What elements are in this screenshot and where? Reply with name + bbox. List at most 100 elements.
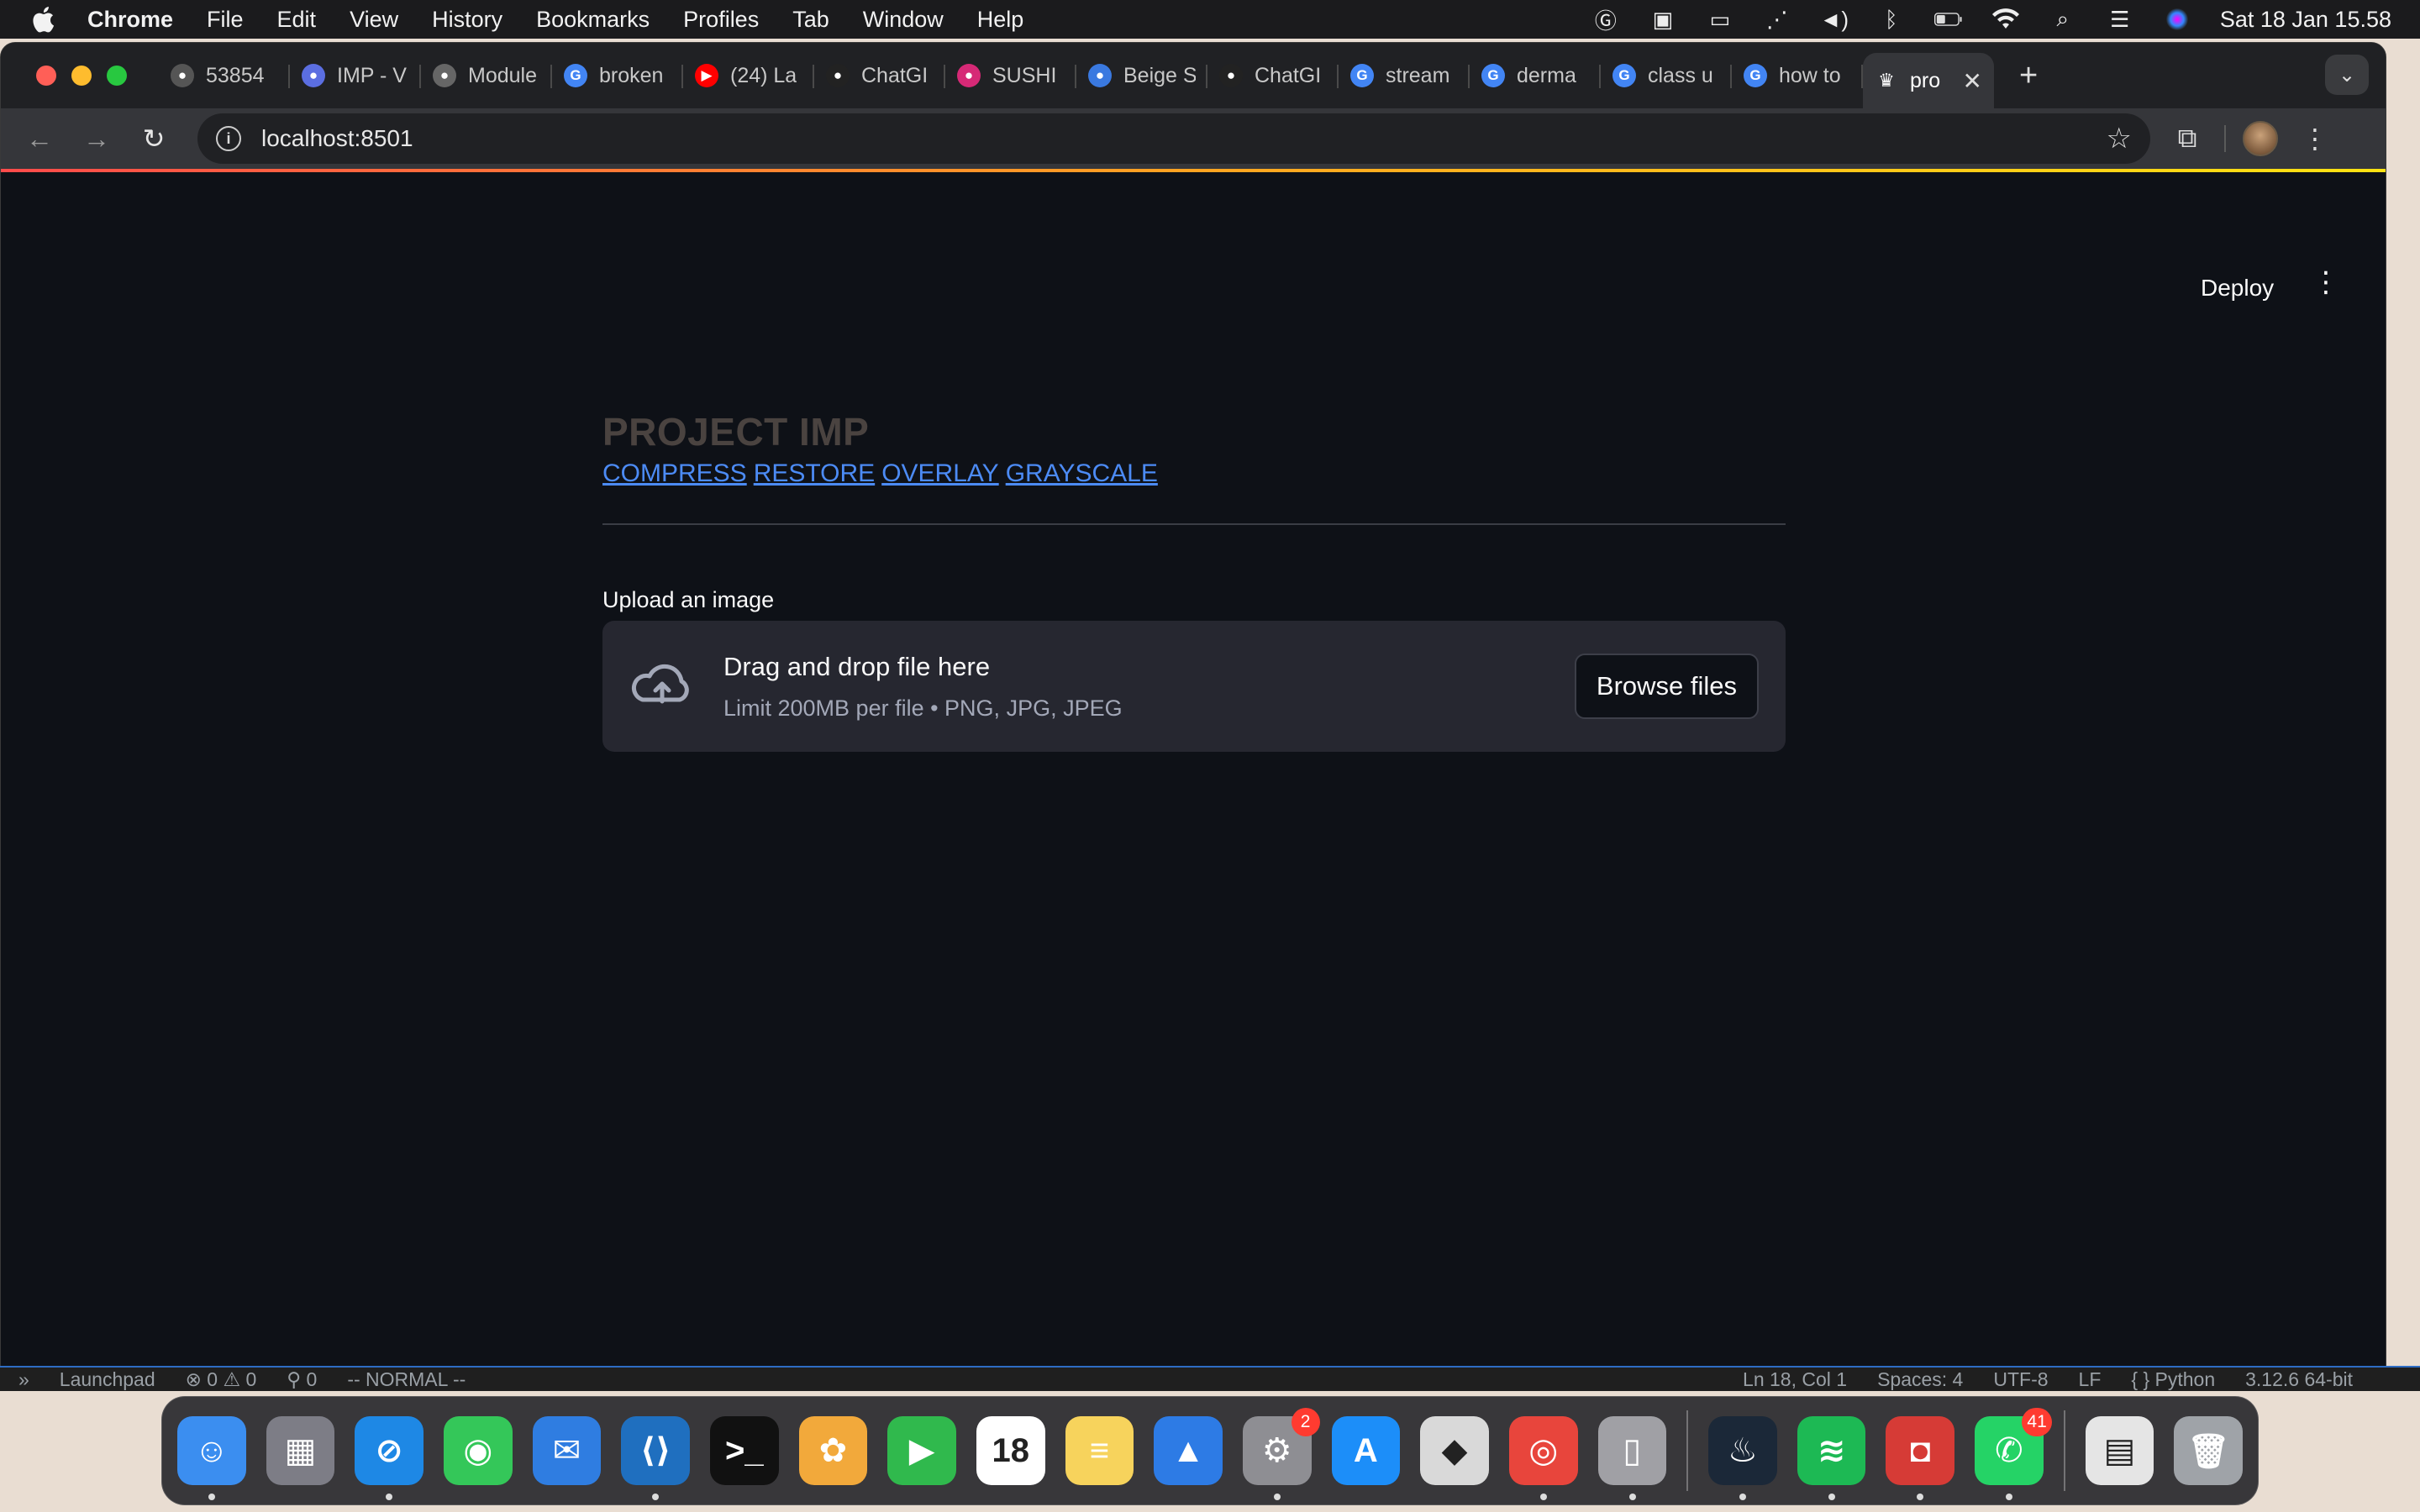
dock-glyph: >_ [724, 1431, 764, 1469]
tab-search-button[interactable]: ⌄ [2325, 55, 2369, 95]
tab[interactable]: ● ChatGI [1207, 51, 1339, 100]
dock-keynote-icon[interactable]: ▲ [1154, 1416, 1223, 1485]
status-interpreter[interactable]: 3.12.6 64-bit [2245, 1368, 2353, 1391]
dock-calendar-icon[interactable]: 18 [976, 1416, 1045, 1485]
menu-view[interactable]: View [350, 7, 398, 33]
status-problems[interactable]: ⊗ 0 ⚠ 0 [186, 1368, 257, 1391]
status-indentation[interactable]: Spaces: 4 [1877, 1368, 1963, 1391]
tab[interactable]: ● ChatGI [814, 51, 945, 100]
grammarly-icon[interactable]: Ⓖ [1591, 7, 1620, 34]
new-tab-button[interactable]: + [2019, 58, 2053, 94]
tab[interactable]: ● Beige S [1076, 51, 1207, 100]
dock-glyph: ⟨⟩ [639, 1432, 671, 1469]
dock-spotify-icon[interactable]: ≋ [1797, 1416, 1866, 1500]
status-launchpad[interactable]: Launchpad [60, 1368, 155, 1391]
status-eol[interactable]: LF [2079, 1368, 2102, 1391]
dock-chrome-icon[interactable]: ◎ [1508, 1416, 1578, 1500]
volume-icon[interactable]: ◄) [1820, 7, 1849, 32]
dock-photos-icon[interactable]: ✿ [798, 1416, 868, 1485]
tab[interactable]: Ghow to [1732, 51, 1863, 100]
tab[interactable]: Gbroken [552, 51, 683, 100]
tab[interactable]: ● SUSHI [945, 51, 1076, 100]
remote-indicator-icon[interactable]: » [18, 1368, 29, 1391]
tab[interactable]: ● 53854 [159, 51, 290, 100]
menu-history[interactable]: History [432, 7, 502, 33]
browse-files-button[interactable]: Browse files [1574, 654, 1759, 719]
address-bar[interactable]: i localhost:8501 ☆ [197, 113, 2150, 164]
profile-avatar[interactable] [2243, 121, 2278, 156]
tab-active[interactable]: ♛ pro ✕ [1863, 53, 1994, 108]
dock-photo-booth-icon[interactable]: ◘ [1886, 1416, 1955, 1500]
close-window-button[interactable] [36, 66, 56, 86]
tab-label: derma [1517, 63, 1576, 87]
menu-edit[interactable]: Edit [277, 7, 317, 33]
menu-bookmarks[interactable]: Bookmarks [536, 7, 650, 33]
menubar-clock[interactable]: Sat 18 Jan 15.58 [2220, 7, 2391, 33]
status-language[interactable]: { } Python [2131, 1368, 2215, 1391]
status-ports[interactable]: ⚲ 0 [287, 1368, 317, 1391]
address-text[interactable]: localhost:8501 [261, 125, 413, 152]
site-info-icon[interactable]: i [216, 126, 241, 151]
reload-icon[interactable]: ↻ [134, 118, 174, 159]
dock-whatsapp-icon[interactable]: ✆ 41 [1975, 1408, 2052, 1500]
dock-iphone-mirroring-icon[interactable]: ▯ [1597, 1416, 1667, 1500]
tab[interactable]: ● Module [421, 51, 552, 100]
apple-menu-icon[interactable] [29, 5, 57, 34]
status-cursor-position[interactable]: Ln 18, Col 1 [1743, 1368, 1847, 1391]
tab[interactable]: Gderma [1470, 51, 1601, 100]
dock-messages-icon[interactable]: ◉ [443, 1416, 513, 1485]
zoom-window-button[interactable] [107, 66, 127, 86]
dock-vscode-icon[interactable]: ⟨⟩ [621, 1416, 690, 1500]
bookmark-star-icon[interactable]: ☆ [2107, 122, 2132, 155]
link-restore[interactable]: RESTORE [754, 459, 875, 488]
dock-trash-icon[interactable]: 🗑 [2174, 1416, 2244, 1485]
dock-steam-icon[interactable]: ♨ [1708, 1416, 1777, 1500]
openai-tab-icon: ● [826, 64, 850, 87]
dock-finder-icon[interactable]: ☺ [177, 1416, 246, 1500]
forward-arrow-icon[interactable]: → [76, 118, 117, 159]
minimize-window-button[interactable] [71, 66, 92, 86]
tab[interactable]: ● IMP - V [290, 51, 421, 100]
menu-profiles[interactable]: Profiles [683, 7, 759, 33]
tab[interactable]: ▶ (24) La [683, 51, 814, 100]
main-menu-icon[interactable]: ⋮ [2312, 268, 2340, 297]
display-icon[interactable]: ▭ [1706, 7, 1734, 32]
tab[interactable]: Gclass u [1601, 51, 1732, 100]
dock-facetime-icon[interactable]: ▶ [887, 1416, 956, 1485]
dock-glyph: ◉ [463, 1432, 493, 1469]
menu-tab[interactable]: Tab [792, 7, 829, 33]
tab[interactable]: Gstream [1339, 51, 1470, 100]
dock-mail-icon[interactable]: ✉ [532, 1416, 602, 1485]
status-encoding[interactable]: UTF-8 [1993, 1368, 2048, 1391]
link-compress[interactable]: COMPRESS [602, 459, 747, 488]
stage-manager-icon[interactable]: ▣ [1649, 7, 1677, 32]
dock-documents-icon[interactable]: ▤ [2085, 1416, 2154, 1485]
back-arrow-icon[interactable]: ← [19, 118, 60, 159]
dock-roblox-icon[interactable]: ◆ [1420, 1416, 1489, 1485]
deploy-button[interactable]: Deploy [2201, 275, 2274, 302]
menu-file[interactable]: File [207, 7, 244, 33]
control-center-icon[interactable]: ☰ [2106, 7, 2134, 32]
menu-help[interactable]: Help [977, 7, 1024, 33]
spotlight-search-icon[interactable]: ⌕ [2049, 6, 2077, 32]
dock-terminal-icon[interactable]: >_ [709, 1416, 779, 1485]
bluetooth-icon[interactable]: ᛒ [1877, 7, 1906, 32]
link-grayscale[interactable]: GRAYSCALE [1006, 459, 1158, 488]
link-overlay[interactable]: OVERLAY [881, 459, 999, 488]
siri-icon[interactable] [2163, 7, 2191, 32]
chrome-menu-icon[interactable]: ⋮ [2295, 118, 2335, 159]
dock-app-store-icon[interactable]: A [1331, 1416, 1401, 1485]
dock-glyph: ≡ [1089, 1431, 1110, 1469]
dock-safari-icon[interactable]: ⊘ [355, 1416, 424, 1500]
dock-launchpad-icon[interactable]: ▦ [266, 1416, 335, 1485]
menu-app-name[interactable]: Chrome [87, 7, 173, 33]
dock-system-settings-icon[interactable]: ⚙ 2 [1242, 1408, 1320, 1500]
wifi-icon[interactable] [1991, 7, 2020, 32]
extensions-puzzle-icon[interactable]: ⧉ [2167, 118, 2207, 159]
dock-notes-icon[interactable]: ≡ [1065, 1416, 1134, 1485]
file-dropzone[interactable]: Drag and drop file here Limit 200MB per … [602, 621, 1786, 752]
activity-icon[interactable]: ⋰ [1763, 7, 1791, 32]
battery-icon[interactable] [1933, 7, 1963, 32]
close-tab-icon[interactable]: ✕ [1963, 67, 1982, 95]
menu-window[interactable]: Window [863, 7, 944, 33]
